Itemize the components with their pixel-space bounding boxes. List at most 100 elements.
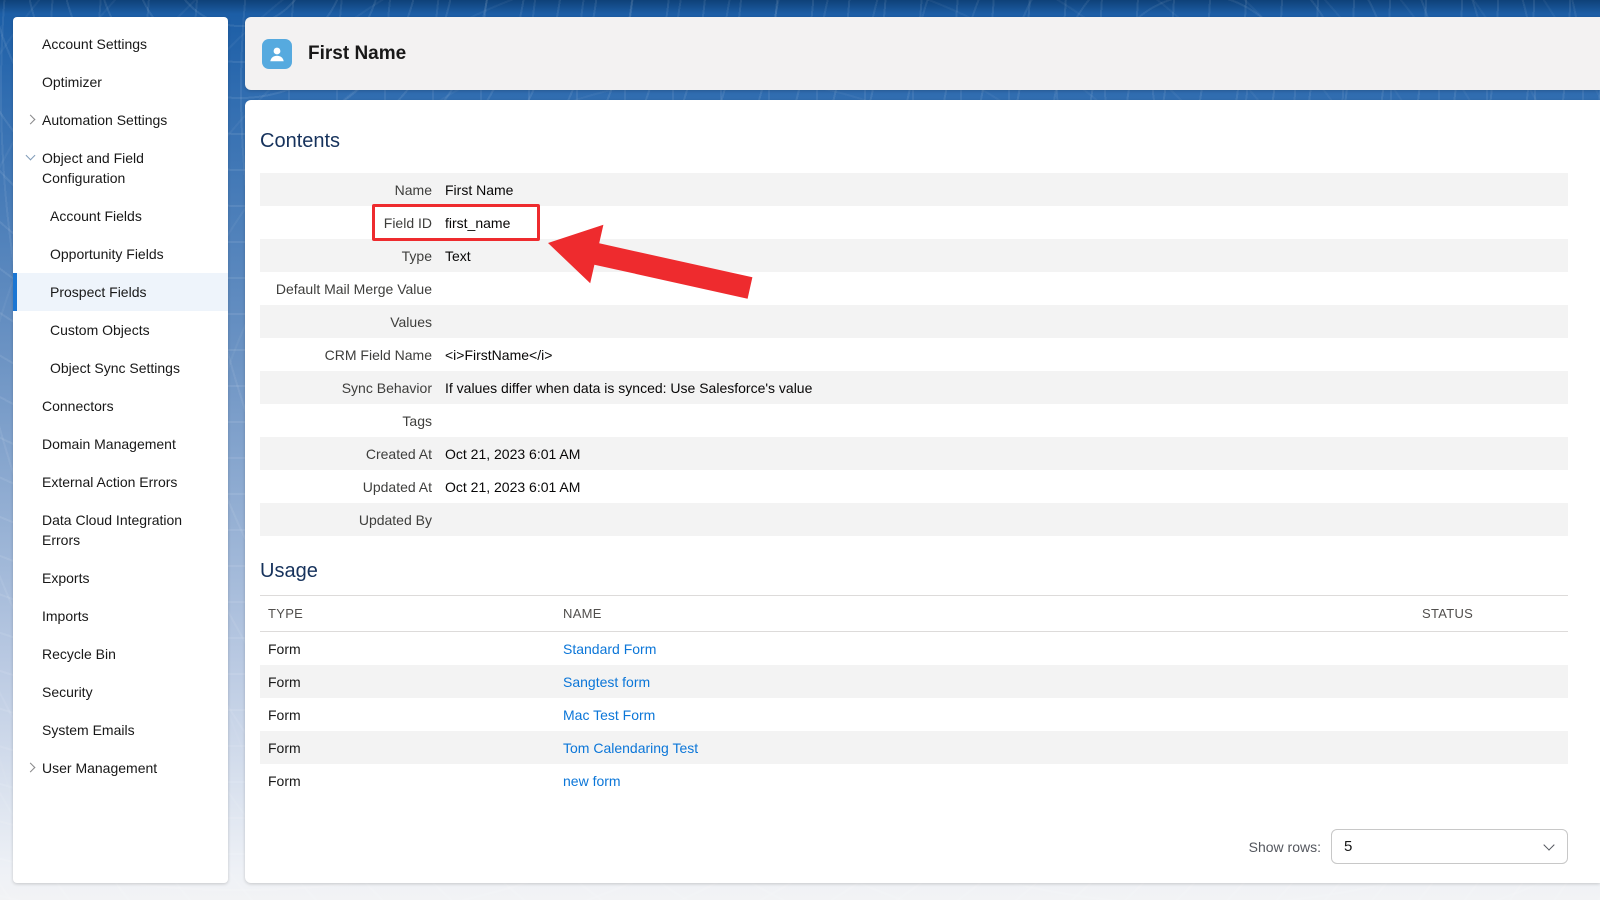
sidebar-item-label: Exports bbox=[42, 570, 89, 586]
sidebar-item[interactable]: Recycle Bin bbox=[13, 635, 228, 673]
usage-table-header: TYPE NAME STATUS bbox=[260, 595, 1568, 632]
field-label: CRM Field Name bbox=[260, 347, 432, 363]
sidebar-item[interactable]: Domain Management bbox=[13, 425, 228, 463]
contents-row: NameFirst Name bbox=[260, 173, 1568, 206]
usage-row: FormMac Test Form bbox=[260, 698, 1568, 731]
usage-row: FormStandard Form bbox=[260, 632, 1568, 665]
column-header-status: STATUS bbox=[1422, 606, 1568, 621]
show-rows-select-wrap: 5 bbox=[1331, 829, 1568, 864]
sidebar-item-label: Custom Objects bbox=[50, 322, 150, 338]
sidebar-item[interactable]: Data Cloud Integration Errors bbox=[13, 501, 228, 559]
usage-name-cell: Mac Test Form bbox=[563, 707, 1422, 723]
sidebar-item[interactable]: Account Settings bbox=[13, 25, 228, 63]
field-label: Name bbox=[260, 182, 432, 198]
sidebar-item-label: Connectors bbox=[42, 398, 114, 414]
contents-row: Created At Oct 21, 2023 6:01 AM bbox=[260, 437, 1568, 470]
field-label: Updated By bbox=[260, 512, 432, 528]
contents-row: Values bbox=[260, 305, 1568, 338]
usage-type: Form bbox=[260, 707, 563, 723]
field-label: Tags bbox=[260, 413, 432, 429]
sidebar-item[interactable]: Opportunity Fields bbox=[13, 235, 228, 273]
sidebar-item-label: System Emails bbox=[42, 722, 135, 738]
sidebar-item[interactable]: User Management bbox=[13, 749, 228, 787]
usage-type: Form bbox=[260, 740, 563, 756]
sidebar-item-label: Object Sync Settings bbox=[50, 360, 180, 376]
sidebar-item[interactable]: Custom Objects bbox=[13, 311, 228, 349]
field-label: Sync Behavior bbox=[260, 380, 432, 396]
field-label: Default Mail Merge Value bbox=[260, 281, 432, 297]
field-label: Updated At bbox=[260, 479, 432, 495]
contents-row: Sync Behavior If values differ when data … bbox=[260, 371, 1568, 404]
settings-sidebar: Account Settings Optimizer Automation Sett… bbox=[13, 17, 228, 883]
usage-name-cell: Standard Form bbox=[563, 641, 1422, 657]
sidebar-item-label: Data Cloud Integration Errors bbox=[42, 512, 182, 548]
pagination-bar: Show rows: 5 bbox=[260, 829, 1568, 864]
sidebar-item-label: Object and Field Configuration bbox=[42, 150, 144, 186]
sidebar-item[interactable]: Exports bbox=[13, 559, 228, 597]
sidebar-item[interactable]: Automation Settings bbox=[13, 101, 228, 139]
usage-row: FormTom Calendaring Test bbox=[260, 731, 1568, 764]
contents-row: Field IDfirst_name bbox=[260, 206, 1568, 239]
content-panel: Contents NameFirst NameField IDfirst_nam… bbox=[245, 100, 1600, 883]
sidebar-item-label: Opportunity Fields bbox=[50, 246, 164, 262]
usage-row: Formnew form bbox=[260, 764, 1568, 797]
field-label: Values bbox=[260, 314, 432, 330]
contents-row: Updated At Oct 21, 2023 6:01 AM bbox=[260, 470, 1568, 503]
usage-name-link[interactable]: Sangtest form bbox=[563, 674, 650, 690]
sidebar-item-label: Domain Management bbox=[42, 436, 176, 452]
chevron-right-icon bbox=[26, 763, 36, 773]
chevron-right-icon bbox=[26, 115, 36, 125]
sidebar-item-label: Imports bbox=[42, 608, 89, 624]
chevron-down-icon bbox=[26, 151, 36, 161]
sidebar-item-label: Security bbox=[42, 684, 93, 700]
sidebar-item[interactable]: System Emails bbox=[13, 711, 228, 749]
page-title: First Name bbox=[308, 43, 406, 65]
sidebar-item[interactable]: Account Fields bbox=[13, 197, 228, 235]
contents-row: Tags bbox=[260, 404, 1568, 437]
usage-name-link[interactable]: Tom Calendaring Test bbox=[563, 740, 698, 756]
sidebar-item[interactable]: Object Sync Settings bbox=[13, 349, 228, 387]
sidebar-item[interactable]: Object and Field Configuration bbox=[13, 139, 228, 197]
usage-type: Form bbox=[260, 773, 563, 789]
sidebar-item[interactable]: Imports bbox=[13, 597, 228, 635]
sidebar-item-label: Account Settings bbox=[42, 36, 147, 52]
usage-type: Form bbox=[260, 674, 563, 690]
contents-row: CRM Field Name <i>FirstName</i> bbox=[260, 338, 1568, 371]
sidebar-item[interactable]: Optimizer bbox=[13, 63, 228, 101]
usage-name-link[interactable]: new form bbox=[563, 773, 621, 789]
usage-name-link[interactable]: Mac Test Form bbox=[563, 707, 655, 723]
column-header-type: TYPE bbox=[260, 606, 563, 621]
usage-row: FormSangtest form bbox=[260, 665, 1568, 698]
sidebar-item[interactable]: External Action Errors bbox=[13, 463, 228, 501]
field-label: Created At bbox=[260, 446, 432, 462]
sidebar-item[interactable]: Prospect Fields bbox=[13, 273, 228, 311]
prospect-person-icon bbox=[262, 39, 292, 69]
usage-name-cell: Sangtest form bbox=[563, 674, 1422, 690]
show-rows-select[interactable]: 5 bbox=[1331, 829, 1568, 864]
field-value: Oct 21, 2023 6:01 AM bbox=[445, 446, 580, 462]
field-value: first_name bbox=[445, 215, 510, 231]
contents-row: Type Text bbox=[260, 239, 1568, 272]
sidebar-item-label: Recycle Bin bbox=[42, 646, 116, 662]
usage-type: Form bbox=[260, 641, 563, 657]
usage-name-cell: Tom Calendaring Test bbox=[563, 740, 1422, 756]
sidebar-item[interactable]: Connectors bbox=[13, 387, 228, 425]
usage-name-link[interactable]: Standard Form bbox=[563, 641, 656, 657]
field-value: Text bbox=[445, 248, 471, 264]
field-value: If values differ when data is synced: Us… bbox=[445, 380, 812, 396]
contents-heading: Contents bbox=[260, 130, 1568, 153]
sidebar-item-label: User Management bbox=[42, 760, 157, 776]
contents-row: Default Mail Merge Value bbox=[260, 272, 1568, 305]
field-label: Type bbox=[260, 248, 432, 264]
field-value: <i>FirstName</i> bbox=[445, 347, 552, 363]
contents-rows: NameFirst NameField IDfirst_name Type Text… bbox=[260, 173, 1568, 536]
sidebar-item-label: Automation Settings bbox=[42, 112, 167, 128]
usage-name-cell: new form bbox=[563, 773, 1422, 789]
sidebar-item[interactable]: Security bbox=[13, 673, 228, 711]
usage-table: TYPE NAME STATUS FormStandard FormFormSa… bbox=[260, 595, 1568, 797]
column-header-name: NAME bbox=[563, 606, 1422, 621]
contents-row: Updated By bbox=[260, 503, 1568, 536]
field-value: Oct 21, 2023 6:01 AM bbox=[445, 479, 580, 495]
sidebar-item-label: Prospect Fields bbox=[50, 284, 146, 300]
sidebar-item-label: External Action Errors bbox=[42, 474, 177, 490]
